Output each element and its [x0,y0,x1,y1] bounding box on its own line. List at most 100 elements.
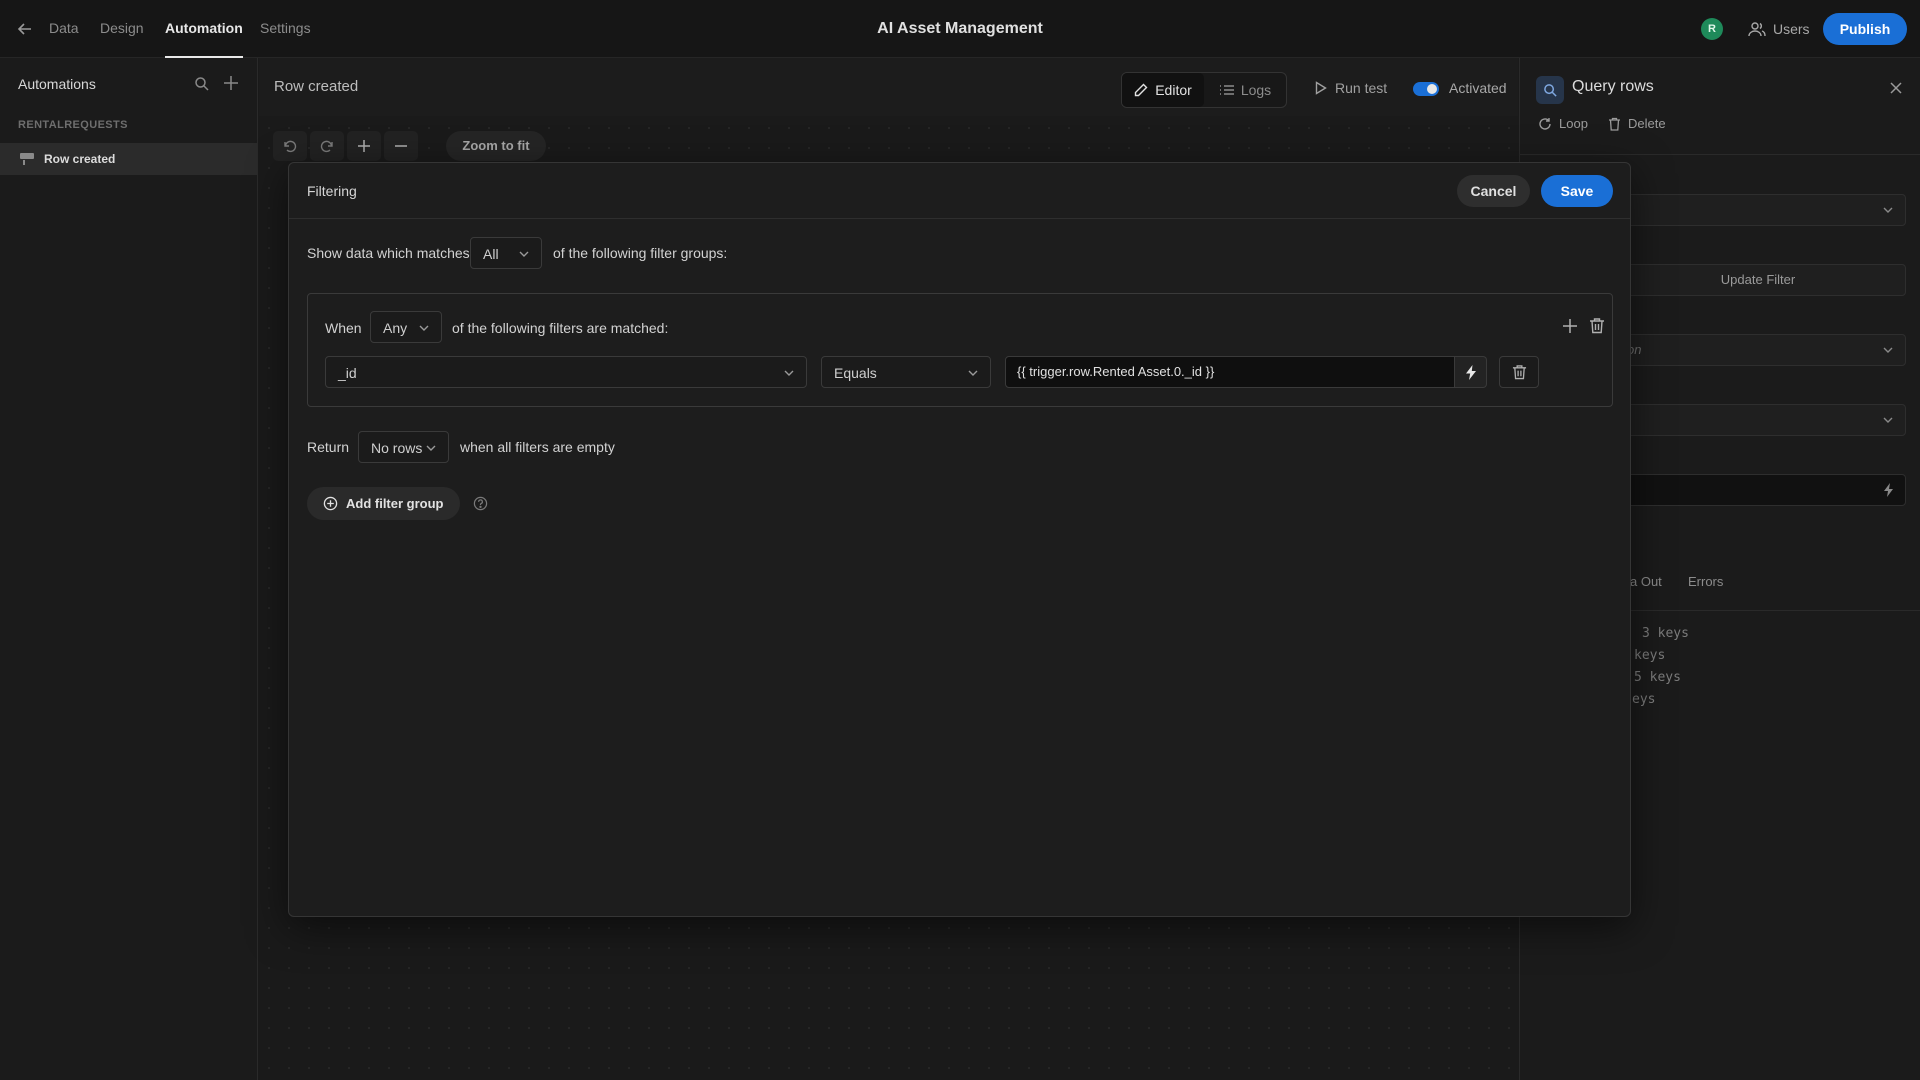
delete-filter-button[interactable] [1499,356,1539,388]
sort-column-select[interactable]: on [1610,334,1906,366]
loop-button[interactable]: Loop [1538,116,1588,131]
show-suffix-label: of the following filter groups: [553,245,728,261]
add-filter-group-label: Add filter group [346,496,444,511]
delete-label: Delete [1628,116,1666,131]
logs-label: Logs [1240,82,1272,98]
automations-sidebar: Automations RENTALREQUESTS Row created [0,58,258,1080]
add-filter-icon[interactable] [1562,318,1578,334]
chevron-down-icon [517,247,531,261]
editor-label: Editor [1155,82,1192,98]
trash-icon [1608,117,1621,131]
tab-data[interactable]: Data [49,0,79,58]
field-select[interactable]: _id [325,356,807,388]
play-icon [1315,81,1327,95]
limit-input[interactable] [1610,474,1906,506]
activated-label: Activated [1449,80,1507,96]
sidebar-item-label: Row created [44,152,116,166]
plus-icon [357,139,371,153]
tab-automation[interactable]: Automation [165,0,243,58]
filter-match-value: Any [383,320,408,336]
field-value: _id [338,365,357,381]
operator-select[interactable]: Equals [821,356,991,388]
bolt-icon[interactable] [1883,483,1895,497]
step-title: Query rows [1572,78,1654,95]
output-key[interactable]: 3 keys [1642,626,1689,641]
users-icon [1748,21,1766,37]
help-icon[interactable] [473,496,488,511]
list-icon [1219,84,1234,96]
modal-title: Filtering [307,183,357,199]
filter-match-select[interactable]: Any [370,311,442,343]
return-value: No rows [371,440,423,456]
filter-group: When Any of the following filters are ma… [307,293,1613,407]
zoom-in-button[interactable] [347,131,381,161]
save-button[interactable]: Save [1541,175,1613,207]
tab-settings[interactable]: Settings [260,0,311,58]
zoom-out-button[interactable] [384,131,418,161]
publish-button[interactable]: Publish [1823,13,1907,45]
group-suffix-label: of the following filters are matched: [452,320,669,336]
avatar[interactable]: R [1701,18,1723,40]
zoom-to-fit-button[interactable]: Zoom to fit [446,131,546,161]
tab-data-out[interactable]: a Out [1630,574,1662,589]
tab-design[interactable]: Design [100,0,144,58]
operator-value: Equals [834,365,877,381]
sidebar-item-row-created[interactable]: Row created [0,143,257,175]
view-switcher: Editor Logs [1121,72,1287,108]
plus-icon[interactable] [222,74,240,92]
show-prefix-label: Show data which matches [307,245,470,261]
back-arrow-icon[interactable] [16,20,34,38]
logs-tab[interactable]: Logs [1204,73,1286,107]
group-match-value: All [483,246,499,262]
search-icon [1536,76,1564,104]
redo-icon [319,138,335,154]
chevron-down-icon [1881,413,1895,427]
tab-errors[interactable]: Errors [1688,574,1723,589]
binding-button[interactable] [1455,356,1487,388]
minus-icon [394,139,408,153]
output-key[interactable]: eys [1632,692,1655,707]
users-label: Users [1773,21,1810,37]
plus-circle-icon [323,496,338,511]
activated-toggle[interactable] [1413,82,1439,96]
undo-icon [282,138,298,154]
group-match-select[interactable]: All [470,237,542,269]
pencil-icon [1134,83,1148,97]
sort-order-select[interactable] [1610,404,1906,436]
chevron-down-icon [1881,203,1895,217]
search-icon[interactable] [194,76,210,92]
users-button[interactable]: Users [1748,18,1810,40]
add-filter-group-button[interactable]: Add filter group [307,487,460,520]
modal-header: Filtering Cancel Save [289,163,1630,219]
editor-tab[interactable]: Editor [1122,73,1204,107]
table-select[interactable] [1610,194,1906,226]
delete-group-icon[interactable] [1589,317,1605,334]
when-label: When [325,320,362,336]
close-icon[interactable] [1888,80,1904,96]
loop-label: Loop [1559,116,1588,131]
output-key[interactable]: keys [1634,648,1665,663]
chevron-down-icon [782,366,796,380]
loop-icon [1538,117,1552,131]
delete-step-button[interactable]: Delete [1608,116,1666,131]
run-test-button[interactable]: Run test [1315,80,1387,96]
filtering-modal: Filtering Cancel Save Show data which ma… [288,162,1631,917]
top-bar: Data Design Automation Settings AI Asset… [0,0,1920,58]
bolt-icon [1465,364,1477,380]
cancel-button[interactable]: Cancel [1457,175,1530,207]
return-suffix-label: when all filters are empty [460,439,615,455]
panel-divider [1520,154,1920,155]
filter-value-input[interactable]: {{ trigger.row.Rented Asset.0._id }} [1005,356,1455,388]
chevron-down-icon [1881,343,1895,357]
redo-button[interactable] [310,131,344,161]
canvas-header: Row created Editor Logs Run test Activat [259,58,1518,116]
sidebar-title: Automations [18,76,96,92]
chevron-down-icon [417,321,431,335]
undo-button[interactable] [273,131,307,161]
update-filter-button[interactable]: Update Filter [1610,264,1906,296]
output-key[interactable]: 5 keys [1634,670,1681,685]
row-icon [20,153,34,165]
sidebar-group-label: RENTALREQUESTS [18,119,128,131]
trash-icon [1512,364,1527,380]
return-select[interactable]: No rows [358,431,449,463]
